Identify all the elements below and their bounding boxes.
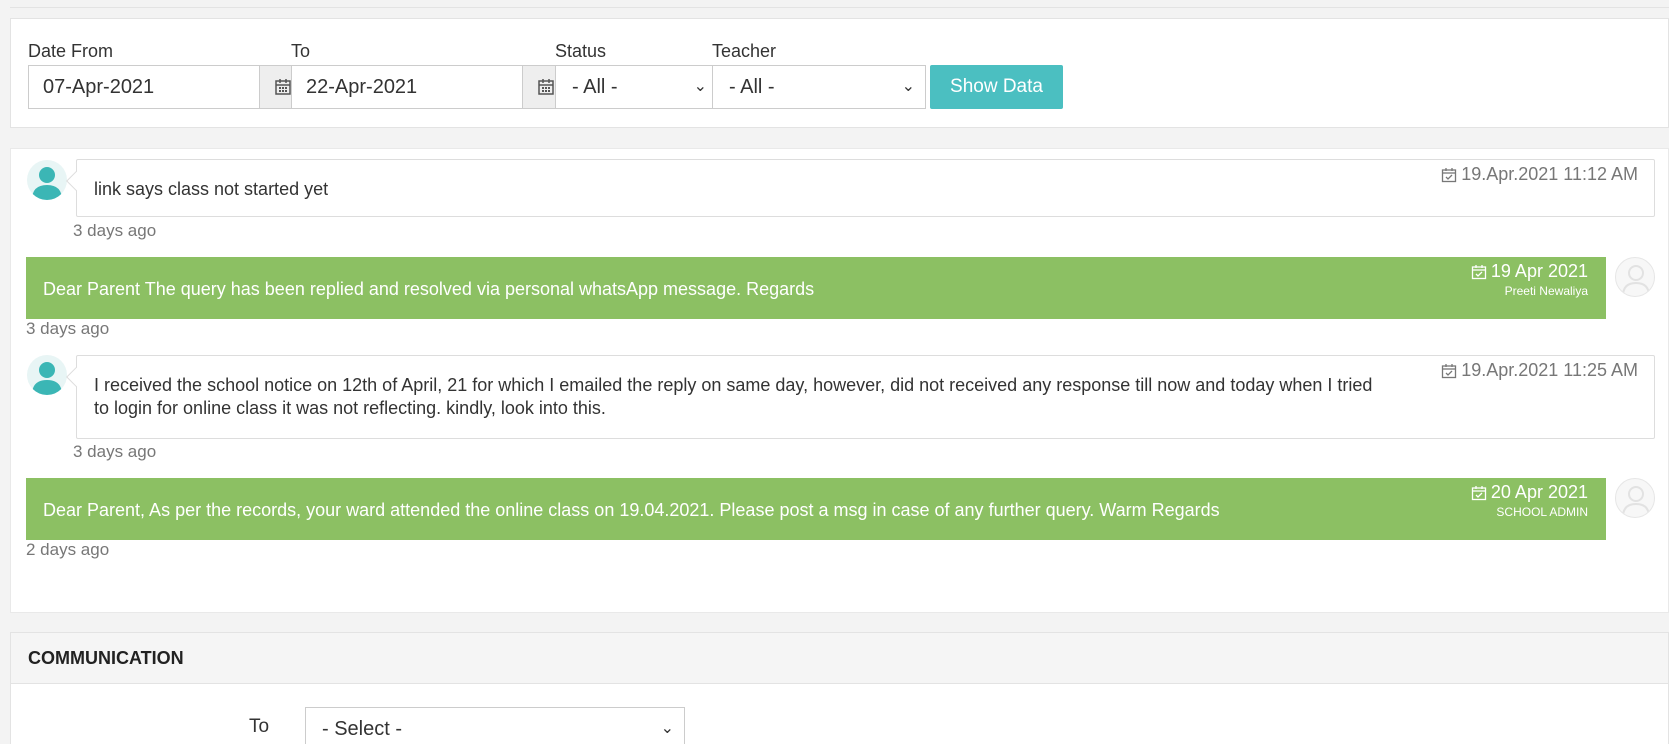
communication-header: COMMUNICATION <box>10 632 1669 684</box>
recipient-label: To <box>249 716 270 737</box>
teacher-select[interactable]: - All - ⌄ <box>712 65 926 109</box>
chevron-down-icon: ⌄ <box>901 78 915 95</box>
reply-text: Dear Parent The query has been replied a… <box>43 279 815 299</box>
date-to-label: To <box>291 41 311 61</box>
reply-text: Dear Parent, As per the records, your wa… <box>43 500 1220 520</box>
chevron-down-icon: ⌄ <box>693 78 707 95</box>
message-timestamp: 19.Apr.2021 11:12 AM <box>1441 164 1638 185</box>
calendar-icon <box>274 79 291 95</box>
reply-meta: 20 Apr 2021 SCHOOL ADMIN <box>1471 482 1588 519</box>
reply-author: SCHOOL ADMIN <box>1496 505 1588 519</box>
calendar-check-icon <box>1442 363 1457 378</box>
reply-relative-time: 2 days ago <box>26 540 110 559</box>
message-relative-time: 3 days ago <box>73 221 157 240</box>
communication-title: COMMUNICATION <box>28 648 184 668</box>
date-from-label: Date From <box>28 41 114 61</box>
admin-avatar-icon <box>1615 257 1655 297</box>
message-timestamp: 19.Apr.2021 11:25 AM <box>1441 360 1638 381</box>
chevron-down-icon: ⌄ <box>660 720 674 737</box>
status-select[interactable]: - All - ⌄ <box>555 65 718 109</box>
user-avatar-icon <box>27 355 67 395</box>
message-incoming: I received the school notice on 12th of … <box>66 355 1655 439</box>
reply-author: Preeti Newaliya <box>1504 284 1588 298</box>
timestamp-text: 19.Apr.2021 11:25 AM <box>1461 360 1638 380</box>
message-reply: Dear Parent The query has been replied a… <box>26 257 1606 319</box>
admin-avatar-icon <box>1615 478 1655 518</box>
teacher-select-value: - All - <box>729 76 775 98</box>
message-reply: Dear Parent, As per the records, your wa… <box>26 478 1606 540</box>
calendar-icon <box>537 79 554 95</box>
reply-date: 20 Apr 2021 <box>1490 482 1588 502</box>
date-to-input[interactable]: 22-Apr-2021 <box>291 65 523 109</box>
date-from-input[interactable]: 07-Apr-2021 <box>28 65 260 109</box>
calendar-check-icon <box>1471 264 1487 279</box>
reply-date: 19 Apr 2021 <box>1490 261 1588 281</box>
calendar-check-icon <box>1442 167 1457 182</box>
calendar-check-icon <box>1471 485 1487 500</box>
show-data-button[interactable]: Show Data <box>930 65 1063 109</box>
timestamp-text: 19.Apr.2021 11:12 AM <box>1461 164 1638 184</box>
communication-form: To - Select - ⌄ <box>10 684 1669 744</box>
filter-panel: Date From To Status Teacher 07-Apr-2021 … <box>10 18 1669 128</box>
reply-relative-time: 3 days ago <box>26 319 110 338</box>
status-label: Status <box>555 41 607 61</box>
reply-meta: 19 Apr 2021 Preeti Newaliya <box>1471 261 1588 298</box>
message-incoming: link says class not started yet 19.Apr.2… <box>66 159 1655 217</box>
top-strip <box>10 0 1669 8</box>
recipient-select[interactable]: - Select - ⌄ <box>305 707 685 744</box>
message-text-line1: I received the school notice on 12th of … <box>94 375 1373 395</box>
user-avatar-icon <box>27 160 67 200</box>
message-text-line2: to login for online class it was not ref… <box>94 398 606 418</box>
status-select-value: - All - <box>572 76 618 98</box>
teacher-label: Teacher <box>712 41 777 61</box>
message-relative-time: 3 days ago <box>73 442 157 461</box>
recipient-select-value: - Select - <box>322 718 403 740</box>
message-text: link says class not started yet <box>94 179 329 199</box>
conversation-panel: link says class not started yet 19.Apr.2… <box>10 148 1669 613</box>
